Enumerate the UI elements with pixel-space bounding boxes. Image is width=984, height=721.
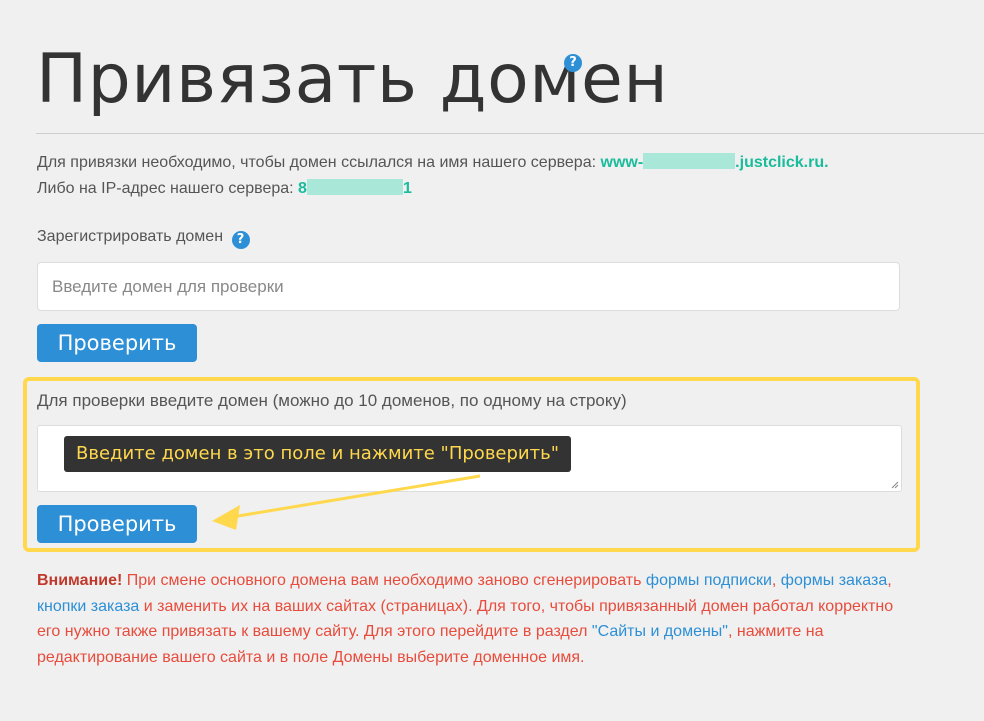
warning-text: Внимание! При смене основного домена вам… [37, 568, 917, 670]
check-domain-button[interactable]: Проверить [37, 324, 197, 362]
server-info: Для привязки необходимо, чтобы домен ссы… [37, 150, 829, 202]
warning-part: , [887, 572, 892, 589]
hint-tooltip: Введите домен в это поле и нажмите "Пров… [64, 436, 571, 472]
server-ip-prefix: 8 [298, 180, 307, 197]
server-name-prefix: www- [600, 154, 644, 171]
server-ip-line: Либо на IP-адрес нашего сервера: 81 [37, 176, 829, 202]
register-domain-label-text: Зарегистрировать домен [37, 228, 224, 245]
help-icon[interactable]: ? [564, 54, 582, 72]
server-name: www- .justclick.ru. [600, 153, 829, 171]
domain-search-input[interactable]: Введите домен для проверки [37, 262, 900, 311]
server-name-suffix: .justclick.ru. [735, 154, 829, 171]
order-buttons-link[interactable]: кнопки заказа [37, 598, 139, 615]
warning-title: Внимание! [37, 572, 123, 589]
server-name-label: Для привязки необходимо, чтобы домен ссы… [37, 154, 601, 171]
domains-textarea-label: Для проверки введите домен (можно до 10 … [37, 391, 627, 410]
redacted-mask [306, 179, 403, 195]
order-forms-link[interactable]: формы заказа [781, 572, 887, 589]
server-name-line: Для привязки необходимо, чтобы домен ссы… [37, 150, 829, 176]
server-ip: 81 [298, 179, 412, 197]
help-icon[interactable]: ? [231, 231, 250, 249]
resize-handle-icon[interactable] [891, 481, 899, 489]
divider [36, 133, 984, 134]
sites-domains-link[interactable]: "Сайты и домены" [592, 623, 728, 640]
redacted-mask [643, 153, 736, 169]
warning-part: При смене основного домена вам необходим… [122, 572, 646, 589]
server-ip-suffix: 1 [402, 180, 412, 197]
warning-part: , [771, 572, 781, 589]
subscription-forms-link[interactable]: формы подписки [646, 572, 772, 589]
register-domain-label: Зарегистрировать домен ? [37, 228, 250, 249]
server-ip-label: Либо на IP-адрес нашего сервера: [37, 180, 299, 197]
check-domains-button[interactable]: Проверить [37, 505, 197, 543]
